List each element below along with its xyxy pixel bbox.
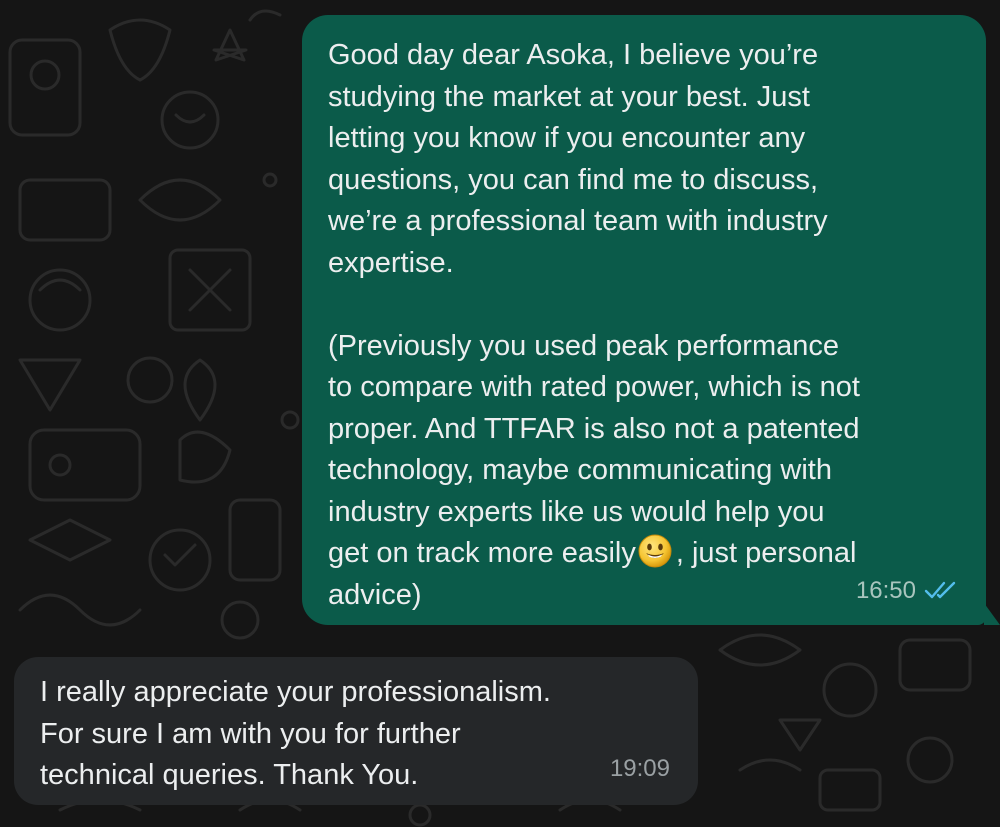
read-receipt-double-check-icon xyxy=(924,582,956,599)
incoming-message-text: I really appreciate your professionalism… xyxy=(40,676,551,791)
outgoing-message-bubble[interactable]: Good day dear Asoka, I believe you’re st… xyxy=(302,15,1000,625)
outgoing-message-meta: 16:50 xyxy=(856,570,960,612)
incoming-message-meta: 19:09 xyxy=(610,748,670,790)
outgoing-message-paragraph-1: Good day dear Asoka, I believe you’re st… xyxy=(328,39,828,279)
chat-background: Good day dear Asoka, I believe you’re st… xyxy=(0,0,1000,827)
incoming-message-bubble[interactable]: I really appreciate your professionalism… xyxy=(14,657,698,805)
outgoing-message-time: 16:50 xyxy=(855,576,916,604)
incoming-message-time: 19:09 xyxy=(609,754,670,782)
smiling-face-emoji-icon xyxy=(638,534,672,568)
outgoing-message-text-before-emoji: (Previously you used peak performance to… xyxy=(328,329,860,570)
